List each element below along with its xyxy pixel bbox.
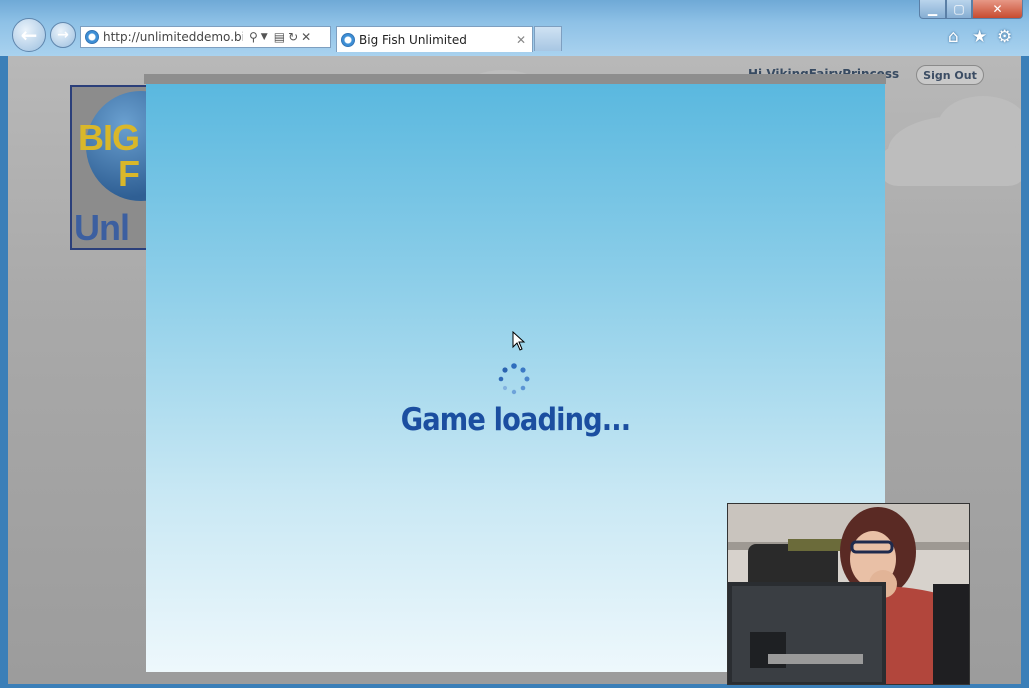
window-controls: ▁ ▢ ✕ bbox=[919, 0, 1023, 20]
cloud-decoration bbox=[878, 146, 1021, 186]
tab-big-fish-unlimited[interactable]: Big Fish Unlimited ✕ bbox=[336, 26, 533, 52]
arrow-left-icon: ← bbox=[20, 23, 38, 47]
search-icon[interactable]: ⚲ bbox=[249, 30, 258, 44]
forward-button[interactable]: → bbox=[50, 22, 76, 48]
new-tab-button[interactable] bbox=[534, 26, 562, 51]
tab-close-icon[interactable]: ✕ bbox=[516, 33, 526, 47]
mouse-cursor-icon bbox=[512, 331, 526, 351]
close-icon: ✕ bbox=[992, 2, 1003, 16]
browser-chrome: ▁ ▢ ✕ ← → http://unlimiteddemo.bi... ⚲ ▼… bbox=[0, 0, 1029, 56]
address-bar[interactable]: http://unlimiteddemo.bi... ⚲ ▼ ▤ ↻ ✕ bbox=[80, 26, 331, 48]
game-loading-text: Game loading... bbox=[400, 402, 631, 438]
sign-out-button[interactable]: Sign Out bbox=[916, 65, 984, 85]
dropdown-icon[interactable]: ▼ bbox=[261, 32, 268, 42]
stop-icon[interactable]: ✕ bbox=[301, 30, 311, 44]
close-window-button[interactable]: ✕ bbox=[972, 0, 1023, 19]
modal-frame bbox=[144, 74, 886, 84]
tab-title: Big Fish Unlimited bbox=[359, 32, 467, 47]
maximize-button[interactable]: ▢ bbox=[946, 0, 972, 19]
webcam-scene bbox=[728, 504, 969, 684]
arrow-right-icon: → bbox=[57, 27, 69, 43]
gear-icon[interactable]: ⚙ bbox=[997, 27, 1012, 47]
home-icon[interactable]: ⌂ bbox=[948, 27, 959, 47]
url-text[interactable]: http://unlimiteddemo.bi... bbox=[103, 30, 243, 44]
ie-tab-icon bbox=[341, 32, 355, 47]
logo-word-fish: F bbox=[118, 153, 140, 194]
maximize-icon: ▢ bbox=[953, 2, 965, 16]
compatibility-icon[interactable]: ▤ bbox=[274, 30, 285, 44]
loading-spinner-icon bbox=[498, 363, 530, 395]
minimize-button[interactable]: ▁ bbox=[919, 0, 946, 19]
logo-word-unlimited: Unl bbox=[74, 207, 130, 248]
back-button[interactable]: ← bbox=[12, 18, 46, 52]
star-icon[interactable]: ★ bbox=[972, 27, 987, 47]
refresh-icon[interactable]: ↻ bbox=[288, 30, 298, 44]
ie-page-icon bbox=[85, 30, 99, 44]
minimize-icon: ▁ bbox=[927, 2, 938, 16]
webcam-video bbox=[727, 503, 970, 685]
